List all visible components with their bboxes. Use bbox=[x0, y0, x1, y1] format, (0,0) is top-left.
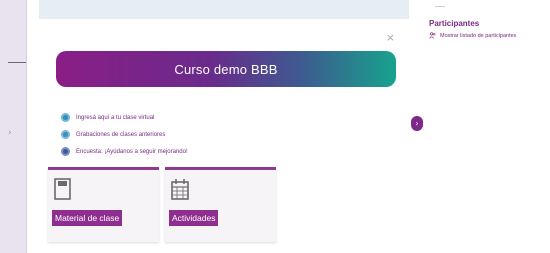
page: › × Curso demo BBB Ingresá aquí a tu cla… bbox=[0, 0, 550, 253]
tile-material-de-clase[interactable]: Material de clase bbox=[48, 167, 159, 242]
link-label[interactable]: Ingresá aquí a tu clase virtual bbox=[76, 115, 154, 121]
tile-label[interactable]: Actividades bbox=[169, 210, 219, 226]
recordings-icon bbox=[61, 130, 70, 139]
link-label[interactable]: Grabaciones de clases anteriores bbox=[76, 132, 165, 138]
expand-sidebar-icon[interactable]: › bbox=[8, 128, 12, 138]
left-sidebar-rail: › bbox=[0, 0, 27, 253]
course-title: Curso demo BBB bbox=[174, 61, 278, 77]
link-virtual-class[interactable]: Ingresá aquí a tu clase virtual bbox=[61, 109, 188, 126]
show-participants-link[interactable]: Mostrar listado de participantes bbox=[429, 32, 516, 39]
chevron-right-icon[interactable]: › bbox=[411, 116, 423, 131]
document-icon bbox=[54, 178, 71, 200]
survey-icon bbox=[61, 147, 70, 156]
right-panel: Participantes Mostrar listado de partici… bbox=[423, 0, 550, 253]
course-links: Ingresá aquí a tu clase virtual Grabacio… bbox=[61, 109, 188, 160]
link-recordings[interactable]: Grabaciones de clases anteriores bbox=[61, 126, 188, 143]
left-gap bbox=[27, 0, 39, 253]
tile-label[interactable]: Material de clase bbox=[52, 210, 123, 226]
calendar-icon bbox=[171, 179, 189, 200]
course-card: × Curso demo BBB Ingresá aquí a tu clase… bbox=[39, 19, 409, 253]
course-banner: Curso demo BBB bbox=[56, 51, 396, 87]
participants-title: Participantes bbox=[429, 19, 480, 28]
participants-link-label[interactable]: Mostrar listado de participantes bbox=[440, 33, 516, 39]
divider bbox=[8, 62, 26, 63]
users-icon bbox=[429, 32, 436, 39]
divider bbox=[435, 4, 445, 7]
video-icon bbox=[61, 113, 70, 122]
tile-actividades[interactable]: Actividades bbox=[165, 167, 276, 242]
link-survey[interactable]: Encuesta: ¡Ayúdanos a seguir mejorando! bbox=[61, 143, 188, 160]
link-label[interactable]: Encuesta: ¡Ayúdanos a seguir mejorando! bbox=[76, 149, 188, 155]
close-icon[interactable]: × bbox=[386, 31, 395, 44]
